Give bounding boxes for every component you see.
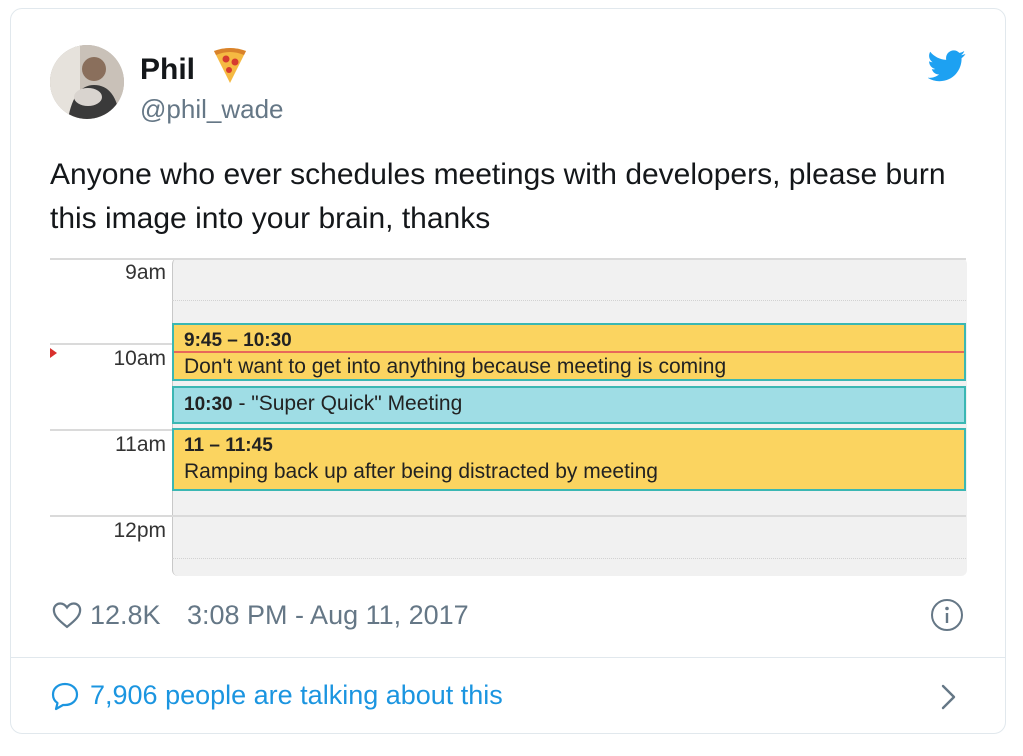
event-time: 10:30	[184, 394, 233, 415]
event-title: - "Super Quick" Meeting	[232, 392, 463, 415]
divider	[10, 657, 1006, 658]
event-title: Ramping back up after being distracted b…	[184, 460, 658, 483]
heart-icon	[52, 602, 82, 629]
chevron-right-icon[interactable]	[938, 682, 960, 712]
talking-count-text: 7,906 people are talking about this	[90, 680, 503, 710]
calendar-image[interactable]: 9am 10am 11am 12pm 9:45 – 10:30 Don't wa…	[50, 258, 967, 576]
like-button[interactable]: 12.8K	[52, 598, 161, 632]
conversation-link[interactable]: 7,906 people are talking about this	[50, 680, 503, 711]
author-handle[interactable]: @phil_wade	[140, 94, 283, 125]
hour-label: 10am	[113, 347, 166, 370]
hour-label: 9am	[125, 261, 166, 284]
event-title: Don't want to get into anything because …	[184, 355, 727, 378]
current-time-marker	[50, 348, 57, 358]
info-icon[interactable]	[930, 598, 964, 632]
hour-line	[50, 258, 966, 260]
speech-bubble-icon	[51, 682, 79, 710]
tweet-text: Anyone who ever schedules meetings with …	[50, 158, 946, 235]
pizza-icon	[214, 48, 246, 83]
half-hour-line	[172, 300, 966, 301]
like-count: 12.8K	[90, 599, 161, 630]
half-hour-line	[172, 558, 966, 559]
hour-line	[50, 515, 966, 517]
calendar-event: 11 – 11:45 Ramping back up after being d…	[172, 428, 966, 491]
tweet-timestamp[interactable]: 3:08 PM - Aug 11, 2017	[187, 600, 469, 631]
avatar[interactable]	[50, 45, 124, 119]
author-name[interactable]: Phil	[140, 53, 195, 87]
twitter-bird-icon[interactable]	[928, 50, 966, 82]
hour-label: 12pm	[113, 519, 166, 542]
calendar-event: 10:30 - "Super Quick" Meeting	[172, 386, 966, 424]
current-time-line	[174, 351, 964, 353]
hour-label: 11am	[115, 433, 166, 456]
event-time: 11 – 11:45	[184, 435, 273, 456]
